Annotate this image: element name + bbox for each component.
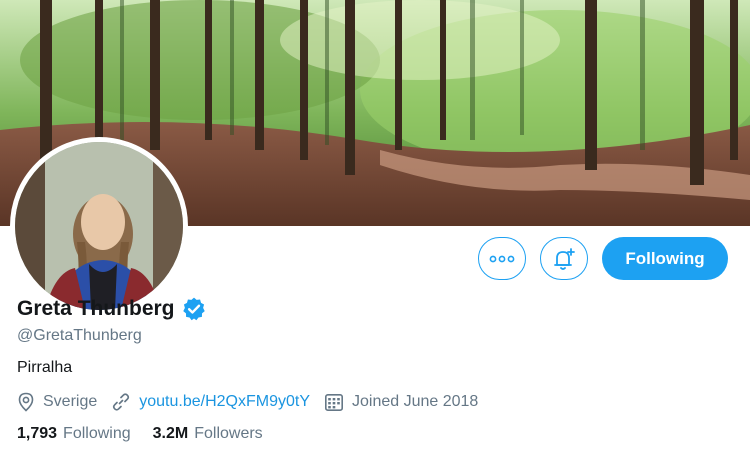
following-label: Following [63,425,131,442]
user-handle: @GretaThunberg [17,327,142,344]
bell-plus-icon [554,247,575,270]
avatar[interactable] [10,137,188,315]
follow-stats: 1,793 Following 3.2M Followers [17,425,285,443]
location-pin-icon [18,392,34,412]
profile-name-row: Greta Thunberg [17,296,207,322]
following-button[interactable]: Following [602,237,728,280]
following-count-link[interactable]: 1,793 Following [17,425,131,443]
website-item[interactable]: youtu.be/H2QxFM9y0tY [111,392,310,412]
display-name: Greta Thunberg [17,297,175,320]
profile-meta-row: Sverige youtu.be/H2QxFM9y0tY Joined June… [17,392,492,412]
followers-label: Followers [194,425,263,442]
more-icon [489,255,515,262]
joined-item: Joined June 2018 [324,392,478,412]
location-item: Sverige [17,392,97,412]
profile-photo [15,142,183,310]
website-link[interactable]: youtu.be/H2QxFM9y0tY [139,393,310,411]
followers-count-link[interactable]: 3.2M Followers [153,425,263,443]
notifications-button[interactable] [540,237,588,280]
joined-text: Joined June 2018 [352,393,479,410]
verified-badge-icon [182,297,205,321]
location-text: Sverige [43,393,98,410]
bio-text: Pirralha [17,359,73,376]
followers-count: 3.2M [152,425,189,442]
following-count: 1,793 [17,425,58,442]
calendar-icon [324,393,343,411]
more-options-button[interactable] [478,237,526,280]
link-icon [113,393,130,411]
